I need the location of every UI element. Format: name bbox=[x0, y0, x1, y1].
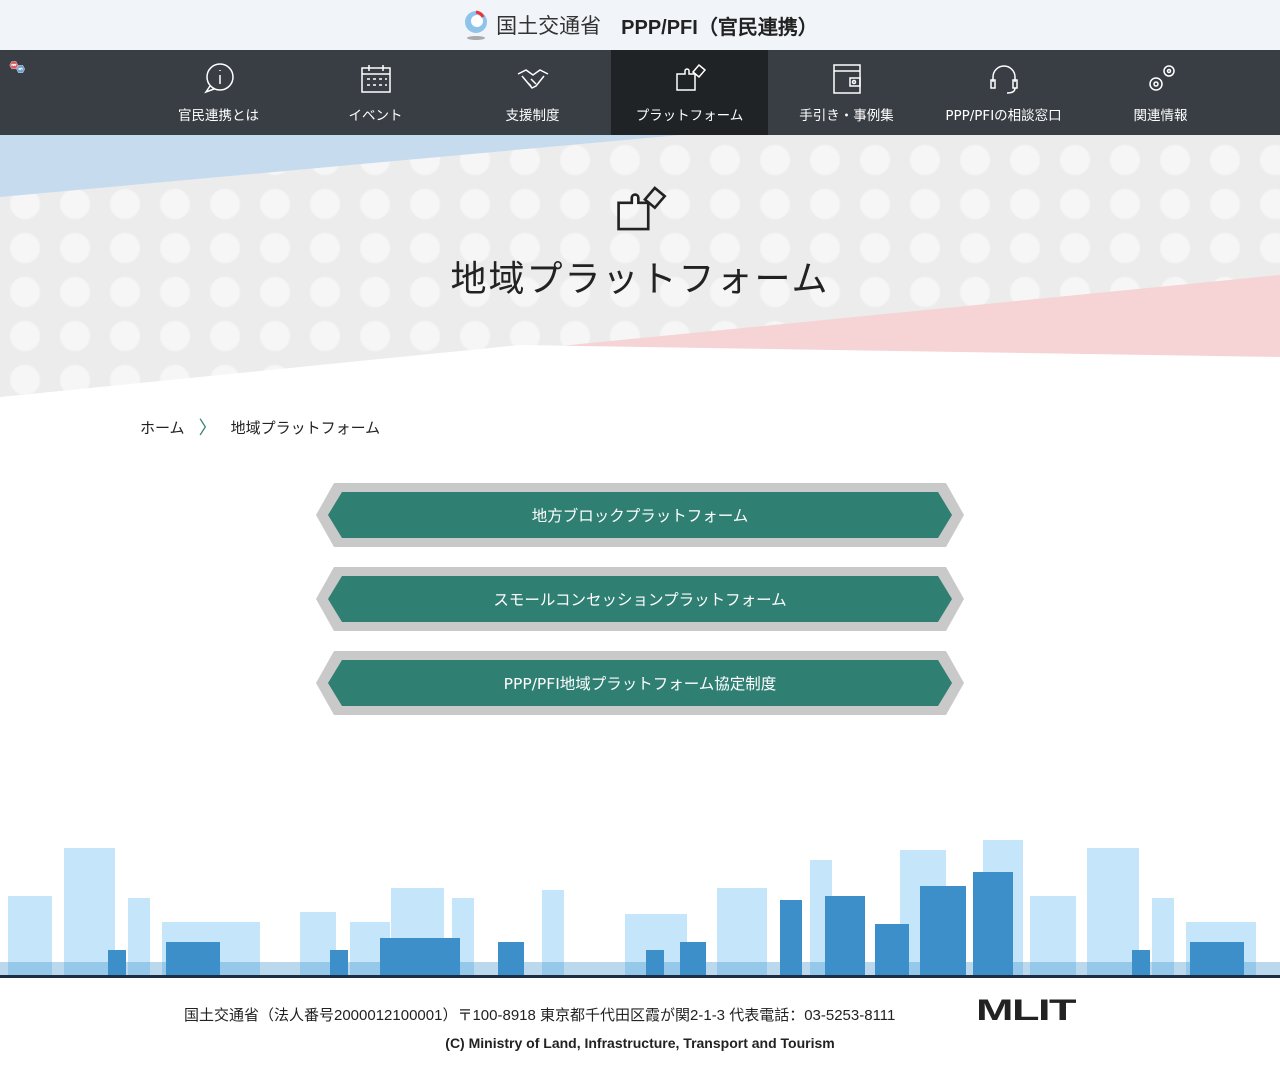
nav-label: プラットフォーム bbox=[635, 107, 744, 124]
top-header: 国土交通省 PPP/PFI（官民連携） bbox=[0, 0, 1280, 50]
nav-label: PPP/PFIの相談窓口 bbox=[945, 107, 1062, 124]
breadcrumb: ホーム 〉 地域プラットフォーム bbox=[140, 414, 380, 440]
hero-banner: 地域プラットフォーム bbox=[0, 135, 1280, 397]
copyright: (C) Ministry of Land, Infrastructure, Tr… bbox=[445, 1035, 835, 1051]
wallet-icon bbox=[832, 63, 861, 94]
nav-item-related[interactable]: 関連情報 bbox=[1082, 50, 1239, 135]
calendar-icon bbox=[360, 64, 391, 93]
regional-block-platform-button[interactable]: 地方ブロックプラットフォーム bbox=[316, 483, 964, 547]
ppp-pfi-logo[interactable]: PPP PFI bbox=[0, 50, 140, 135]
mlit-logo[interactable]: MLIT bbox=[976, 994, 1076, 1028]
nav-label: 支援制度 bbox=[505, 107, 560, 124]
ministry-logo[interactable]: 国土交通省 bbox=[462, 9, 601, 41]
nav-label: 手引き・事例集 bbox=[799, 107, 894, 124]
platform-agreement-button[interactable]: PPP/PFI地域プラットフォーム協定制度 bbox=[316, 651, 964, 715]
nav-item-guides[interactable]: 手引き・事例集 bbox=[768, 50, 925, 135]
button-label: 地方ブロックプラットフォーム bbox=[328, 492, 952, 538]
handshake-icon bbox=[517, 68, 548, 89]
footer-address: 国土交通省（法人番号2000012100001）〒100-8918 東京都千代田… bbox=[184, 1007, 896, 1024]
footer-divider bbox=[0, 975, 1280, 978]
nav-item-consult[interactable]: PPP/PFIの相談窓口 bbox=[925, 50, 1082, 135]
city-skyline-illustration bbox=[0, 840, 1280, 978]
headset-icon bbox=[989, 64, 1018, 94]
ministry-emblem-icon bbox=[465, 10, 488, 40]
nav-item-support[interactable]: 支援制度 bbox=[454, 50, 611, 135]
puzzle-icon bbox=[617, 186, 667, 231]
gears-icon bbox=[1148, 64, 1175, 91]
main-nav: PPP PFI 官民連携とは イベント 支援制度 プラットフォーム 手引き・事例集… bbox=[0, 50, 1280, 135]
ministry-name: 国土交通省 bbox=[496, 14, 602, 38]
breadcrumb-home[interactable]: ホーム bbox=[140, 417, 185, 438]
nav-label: 関連情報 bbox=[1133, 107, 1188, 124]
chevron-right-icon: 〉 bbox=[198, 418, 217, 439]
puzzle-icon bbox=[675, 63, 706, 91]
nav-label: イベント bbox=[348, 107, 403, 124]
nav-label: 官民連携とは bbox=[178, 107, 259, 124]
small-concession-platform-button[interactable]: スモールコンセッションプラットフォーム bbox=[316, 567, 964, 631]
nav-item-event[interactable]: イベント bbox=[297, 50, 454, 135]
breadcrumb-current: 地域プラットフォーム bbox=[230, 418, 381, 437]
info-bubble-icon bbox=[203, 62, 234, 94]
nav-item-platform[interactable]: プラットフォーム bbox=[611, 50, 768, 135]
site-title: PPP/PFI（官民連携） bbox=[621, 16, 818, 39]
nav-item-about[interactable]: 官民連携とは bbox=[140, 50, 297, 135]
page-title: 地域プラットフォーム bbox=[450, 259, 830, 300]
button-label: スモールコンセッションプラットフォーム bbox=[328, 576, 952, 622]
button-label: PPP/PFI地域プラットフォーム協定制度 bbox=[328, 660, 952, 706]
